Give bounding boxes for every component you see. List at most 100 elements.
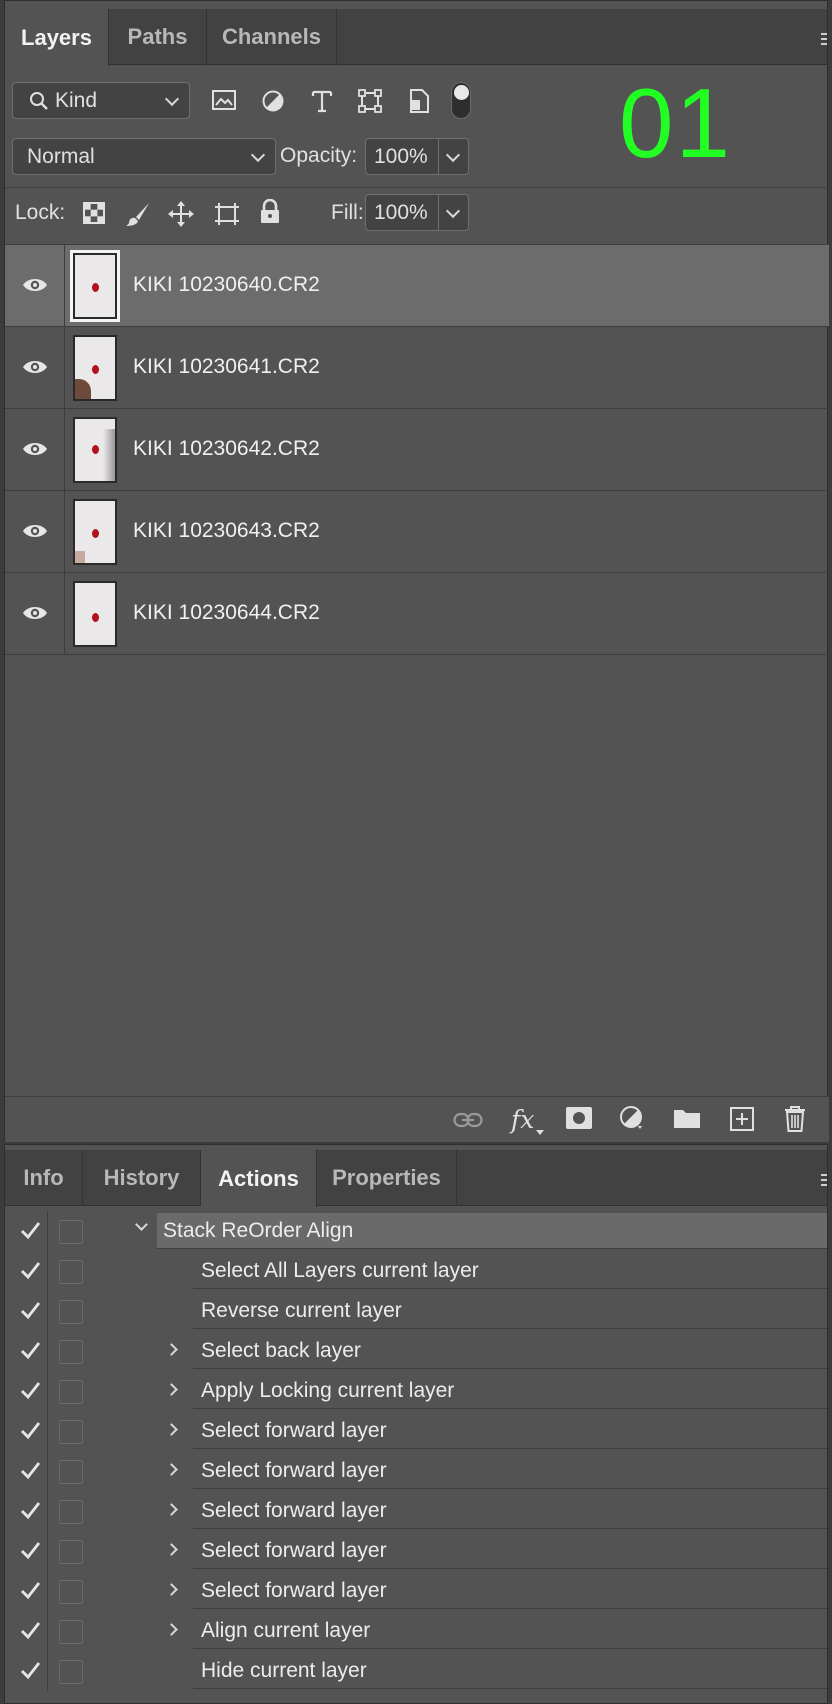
layer-name[interactable]: KIKI 10230640.CR2: [133, 273, 320, 297]
action-step-label: Select back layer: [201, 1339, 361, 1362]
chevron-right-icon[interactable]: [165, 1623, 178, 1636]
chevron-down-icon[interactable]: [445, 147, 461, 163]
layer-row[interactable]: KIKI 10230640.CR2: [5, 245, 829, 327]
lock-all-icon[interactable]: [259, 199, 281, 225]
lock-artboard-icon[interactable]: [213, 200, 241, 228]
lock-position-move-icon[interactable]: [167, 200, 195, 228]
opacity-value: 100%: [374, 145, 428, 168]
layer-name[interactable]: KIKI 10230643.CR2: [133, 519, 320, 543]
check-icon[interactable]: [19, 1379, 41, 1401]
chevron-right-icon[interactable]: [165, 1423, 178, 1436]
panel-menu-icon[interactable]: [821, 33, 827, 47]
trash-icon[interactable]: [783, 1105, 807, 1133]
filter-toggle-switch[interactable]: [451, 82, 471, 119]
chevron-right-icon[interactable]: [165, 1583, 178, 1596]
chevron-right-icon[interactable]: [165, 1463, 178, 1476]
dialog-toggle-box[interactable]: [59, 1340, 83, 1364]
check-icon[interactable]: [19, 1259, 41, 1281]
blend-mode-dropdown[interactable]: Normal: [12, 138, 276, 175]
action-step-row[interactable]: Reverse current layer: [5, 1291, 829, 1331]
action-step-row[interactable]: Select forward layer: [5, 1451, 829, 1491]
action-step-row[interactable]: Select All Layers current layer: [5, 1251, 829, 1291]
tab-channels[interactable]: Channels: [207, 9, 337, 65]
dialog-toggle-box[interactable]: [59, 1380, 83, 1404]
lock-image-pixels-brush-icon[interactable]: [125, 201, 151, 227]
check-icon[interactable]: [19, 1499, 41, 1521]
dialog-toggle-box[interactable]: [59, 1460, 83, 1484]
layer-row[interactable]: KIKI 10230644.CR2: [5, 573, 829, 655]
layer-name[interactable]: KIKI 10230644.CR2: [133, 601, 320, 625]
layer-row[interactable]: KIKI 10230641.CR2: [5, 327, 829, 409]
tab-paths[interactable]: Paths: [109, 9, 207, 65]
check-icon[interactable]: [19, 1339, 41, 1361]
check-icon[interactable]: [19, 1419, 41, 1441]
adjustment-filter-icon[interactable]: [261, 89, 285, 113]
tab-info[interactable]: Info: [5, 1150, 83, 1206]
eye-icon[interactable]: [22, 604, 48, 622]
chevron-right-icon[interactable]: [165, 1343, 178, 1356]
smart-object-filter-icon[interactable]: [407, 88, 431, 114]
panel-menu-icon[interactable]: [821, 1174, 827, 1188]
check-icon[interactable]: [19, 1659, 41, 1681]
dialog-toggle-box[interactable]: [59, 1620, 83, 1644]
action-set-row[interactable]: Stack ReOrder Align: [5, 1211, 829, 1251]
dialog-toggle-box[interactable]: [59, 1300, 83, 1324]
dialog-toggle-box[interactable]: [59, 1660, 83, 1684]
layer-row[interactable]: KIKI 10230643.CR2: [5, 491, 829, 573]
link-icon[interactable]: [453, 1111, 483, 1129]
ladybug-mark: [92, 365, 99, 374]
new-layer-icon[interactable]: [729, 1106, 755, 1132]
pixel-layer-filter-icon[interactable]: [211, 89, 237, 111]
layer-name[interactable]: KIKI 10230642.CR2: [133, 437, 320, 461]
dialog-toggle-box[interactable]: [59, 1420, 83, 1444]
dialog-toggle-box[interactable]: [59, 1540, 83, 1564]
eye-icon[interactable]: [22, 276, 48, 294]
dialog-toggle-box[interactable]: [59, 1260, 83, 1284]
chevron-down-icon[interactable]: [135, 1218, 148, 1231]
tab-layers[interactable]: Layers: [5, 9, 109, 66]
chevron-down-icon[interactable]: [445, 203, 461, 219]
action-step-row[interactable]: Hide current layer: [5, 1651, 829, 1691]
layer-name[interactable]: KIKI 10230641.CR2: [133, 355, 320, 379]
dialog-toggle-box[interactable]: [59, 1500, 83, 1524]
eye-icon[interactable]: [22, 522, 48, 540]
chevron-right-icon[interactable]: [165, 1503, 178, 1516]
check-icon[interactable]: [19, 1299, 41, 1321]
action-step-row[interactable]: Apply Locking current layer: [5, 1371, 829, 1411]
tab-history[interactable]: History: [83, 1150, 201, 1206]
shape-filter-icon[interactable]: [357, 88, 383, 114]
check-icon[interactable]: [19, 1539, 41, 1561]
chevron-right-icon[interactable]: [165, 1543, 178, 1556]
check-icon[interactable]: [19, 1459, 41, 1481]
layer-row[interactable]: KIKI 10230642.CR2: [5, 409, 829, 491]
chevron-right-icon[interactable]: [165, 1383, 178, 1396]
check-icon[interactable]: [19, 1219, 41, 1241]
divider: [47, 1411, 48, 1451]
folder-icon[interactable]: [673, 1107, 701, 1129]
fill-divider: [438, 195, 439, 230]
action-step-row[interactable]: Select forward layer: [5, 1491, 829, 1531]
filter-kind-dropdown[interactable]: Kind: [12, 82, 190, 119]
action-step-row[interactable]: Select forward layer: [5, 1411, 829, 1451]
opacity-field[interactable]: 100%: [365, 138, 469, 175]
eye-icon[interactable]: [22, 440, 48, 458]
action-step-row[interactable]: Select back layer: [5, 1331, 829, 1371]
adjustment-layer-icon[interactable]: [619, 1105, 645, 1131]
action-step-row[interactable]: Select forward layer: [5, 1571, 829, 1611]
tab-properties[interactable]: Properties: [317, 1150, 457, 1206]
lock-label: Lock:: [15, 201, 66, 224]
check-icon[interactable]: [19, 1579, 41, 1601]
dialog-toggle-box[interactable]: [59, 1220, 83, 1244]
action-step-row[interactable]: Align current layer: [5, 1611, 829, 1651]
check-icon[interactable]: [19, 1619, 41, 1641]
lock-transparent-pixels-icon[interactable]: [83, 202, 105, 224]
fx-icon[interactable]: fx: [511, 1105, 534, 1134]
action-step-label: Reverse current layer: [201, 1299, 402, 1322]
dialog-toggle-box[interactable]: [59, 1580, 83, 1604]
tab-actions[interactable]: Actions: [201, 1150, 317, 1207]
type-filter-icon[interactable]: [311, 89, 333, 113]
fill-field[interactable]: 100%: [365, 194, 469, 231]
eye-icon[interactable]: [22, 358, 48, 376]
mask-icon[interactable]: [565, 1106, 593, 1130]
action-step-row[interactable]: Select forward layer: [5, 1531, 829, 1571]
